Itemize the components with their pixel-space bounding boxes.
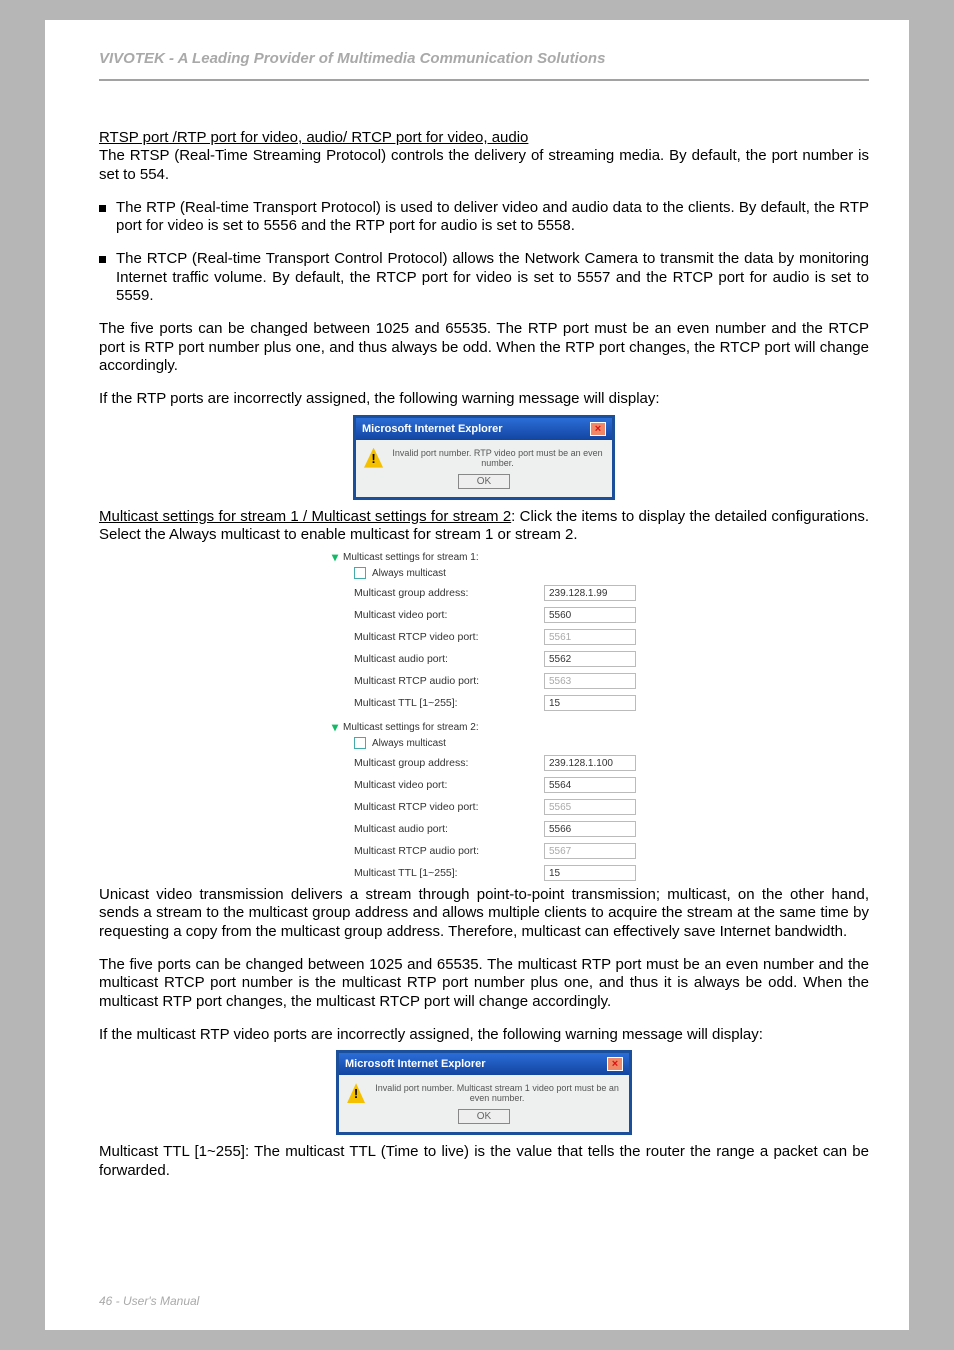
paragraph: The five ports can be changed between 10… — [99, 320, 869, 375]
field-label: Multicast group address: — [354, 757, 544, 769]
paragraph: The RTP (Real-time Transport Protocol) i… — [116, 199, 869, 236]
field-label: Multicast video port: — [354, 779, 544, 791]
multicast-settings-panel: ▾ Multicast settings for stream 1: Alway… — [332, 550, 636, 884]
stream1-title: Multicast settings for stream 1: — [343, 552, 479, 563]
ok-button[interactable]: OK — [458, 474, 510, 489]
rtcp-audio-port-input: 5567 — [544, 843, 636, 859]
field-label: Multicast video port: — [354, 609, 544, 621]
field-label: Multicast RTCP video port: — [354, 631, 544, 643]
warning-icon — [347, 1083, 365, 1103]
close-icon[interactable]: × — [607, 1057, 623, 1071]
field-label: Multicast audio port: — [354, 653, 544, 665]
audio-port-input[interactable]: 5562 — [544, 651, 636, 667]
always-multicast-checkbox[interactable] — [354, 567, 366, 579]
paragraph: Unicast video transmission delivers a st… — [99, 886, 869, 941]
checkbox-label: Always multicast — [372, 738, 446, 749]
paragraph: The RTCP (Real-time Transport Control Pr… — [116, 250, 869, 305]
paragraph: The five ports can be changed between 10… — [99, 956, 869, 1011]
warning-dialog: Microsoft Internet Explorer × Invalid po… — [336, 1050, 632, 1135]
square-bullet-icon — [99, 205, 106, 212]
section-title: Multicast settings for stream 1 / Multic… — [99, 508, 511, 525]
section-rtsp: RTSP port /RTP port for video, audio/ RT… — [99, 129, 869, 184]
dialog-titlebar: Microsoft Internet Explorer × — [339, 1053, 629, 1075]
field-label: Multicast group address: — [354, 587, 544, 599]
audio-port-input[interactable]: 5566 — [544, 821, 636, 837]
stream1-header[interactable]: ▾ Multicast settings for stream 1: — [332, 550, 636, 564]
warning-dialog: Microsoft Internet Explorer × Invalid po… — [353, 415, 615, 500]
rtcp-video-port-input: 5561 — [544, 629, 636, 645]
field-label: Multicast TTL [1~255]: — [354, 697, 544, 709]
field-label: Multicast RTCP audio port: — [354, 845, 544, 857]
stream2-header[interactable]: ▾ Multicast settings for stream 2: — [332, 720, 636, 734]
ttl-input[interactable]: 15 — [544, 695, 636, 711]
group-address-input[interactable]: 239.128.1.99 — [544, 585, 636, 601]
paragraph: Multicast TTL [1~255]: The multicast TTL… — [99, 1143, 869, 1180]
page: VIVOTEK - A Leading Provider of Multimed… — [45, 20, 909, 1330]
field-label: Multicast RTCP video port: — [354, 801, 544, 813]
document-header: VIVOTEK - A Leading Provider of Multimed… — [99, 50, 869, 81]
ok-button[interactable]: OK — [458, 1109, 510, 1124]
video-port-input[interactable]: 5560 — [544, 607, 636, 623]
group-address-input[interactable]: 239.128.1.100 — [544, 755, 636, 771]
rtcp-video-port-input: 5565 — [544, 799, 636, 815]
bullet-rtp: The RTP (Real-time Transport Protocol) i… — [99, 199, 869, 236]
always-multicast-checkbox[interactable] — [354, 737, 366, 749]
ttl-input[interactable]: 15 — [544, 865, 636, 881]
close-icon[interactable]: × — [590, 422, 606, 436]
field-label: Multicast TTL [1~255]: — [354, 867, 544, 879]
dialog-title: Microsoft Internet Explorer — [345, 1058, 486, 1070]
video-port-input[interactable]: 5564 — [544, 777, 636, 793]
expand-icon: ▾ — [332, 550, 338, 564]
field-label: Multicast audio port: — [354, 823, 544, 835]
bullet-rtcp: The RTCP (Real-time Transport Control Pr… — [99, 250, 869, 305]
warning-icon — [364, 448, 383, 468]
paragraph: If the multicast RTP video ports are inc… — [99, 1026, 869, 1044]
dialog-message: Invalid port number. RTP video port must… — [391, 448, 604, 468]
expand-icon: ▾ — [332, 720, 338, 734]
field-label: Multicast RTCP audio port: — [354, 675, 544, 687]
square-bullet-icon — [99, 256, 106, 263]
page-footer: 46 - User's Manual — [99, 1294, 199, 1308]
dialog-title: Microsoft Internet Explorer — [362, 423, 503, 435]
rtcp-audio-port-input: 5563 — [544, 673, 636, 689]
checkbox-label: Always multicast — [372, 568, 446, 579]
paragraph: If the RTP ports are incorrectly assigne… — [99, 390, 869, 408]
section-multicast-intro: Multicast settings for stream 1 / Multic… — [99, 508, 869, 545]
stream2-title: Multicast settings for stream 2: — [343, 722, 479, 733]
dialog-message: Invalid port number. Multicast stream 1 … — [373, 1083, 621, 1103]
paragraph: The RTSP (Real-Time Streaming Protocol) … — [99, 147, 869, 182]
section-title: RTSP port /RTP port for video, audio/ RT… — [99, 129, 528, 146]
dialog-titlebar: Microsoft Internet Explorer × — [356, 418, 612, 440]
